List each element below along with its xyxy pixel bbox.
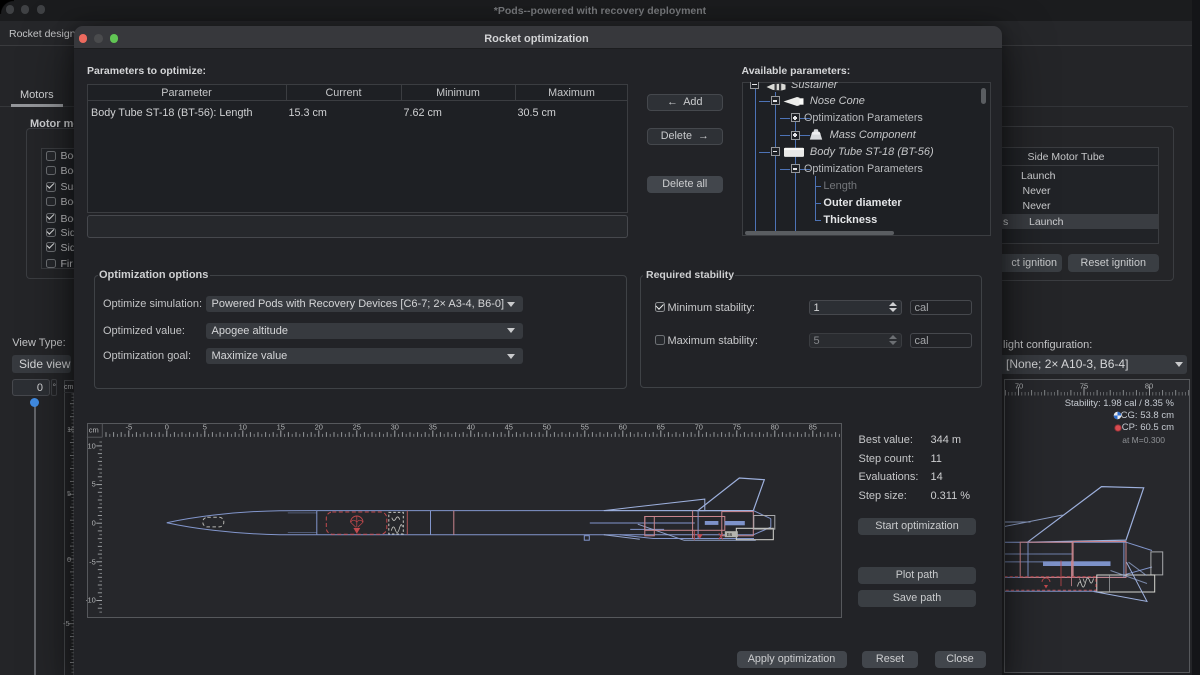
svg-text:0: 0 (165, 424, 169, 432)
svg-text:0: 0 (67, 555, 71, 564)
svg-text:5: 5 (67, 489, 71, 498)
svg-text:10: 10 (67, 425, 74, 434)
svg-text:35: 35 (429, 424, 437, 432)
svg-text:-5: -5 (63, 619, 70, 628)
svg-text:25: 25 (353, 424, 361, 432)
svg-text:70: 70 (695, 424, 703, 432)
svg-text:10: 10 (88, 442, 96, 451)
svg-text:5: 5 (92, 480, 96, 489)
svg-text:50: 50 (543, 424, 551, 432)
svg-text:B6: B6 (727, 532, 733, 537)
svg-text:cm: cm (89, 426, 99, 435)
svg-text:60: 60 (619, 424, 627, 432)
svg-text:40: 40 (467, 424, 475, 432)
svg-text:65: 65 (657, 424, 665, 432)
svg-text:0: 0 (92, 519, 96, 528)
svg-text:20: 20 (315, 424, 323, 432)
svg-text:cm: cm (64, 384, 74, 391)
svg-text:80: 80 (771, 424, 779, 432)
svg-text:30: 30 (391, 424, 399, 432)
svg-text:-5: -5 (126, 424, 133, 432)
svg-text:-5: -5 (89, 558, 96, 567)
svg-text:75: 75 (733, 424, 741, 432)
svg-text:85: 85 (809, 424, 817, 432)
svg-text:15: 15 (277, 424, 285, 432)
svg-text:45: 45 (505, 424, 513, 432)
svg-text:5: 5 (203, 424, 207, 432)
svg-text:55: 55 (581, 424, 589, 432)
svg-text:-10: -10 (86, 596, 96, 605)
svg-text:10: 10 (239, 424, 247, 432)
